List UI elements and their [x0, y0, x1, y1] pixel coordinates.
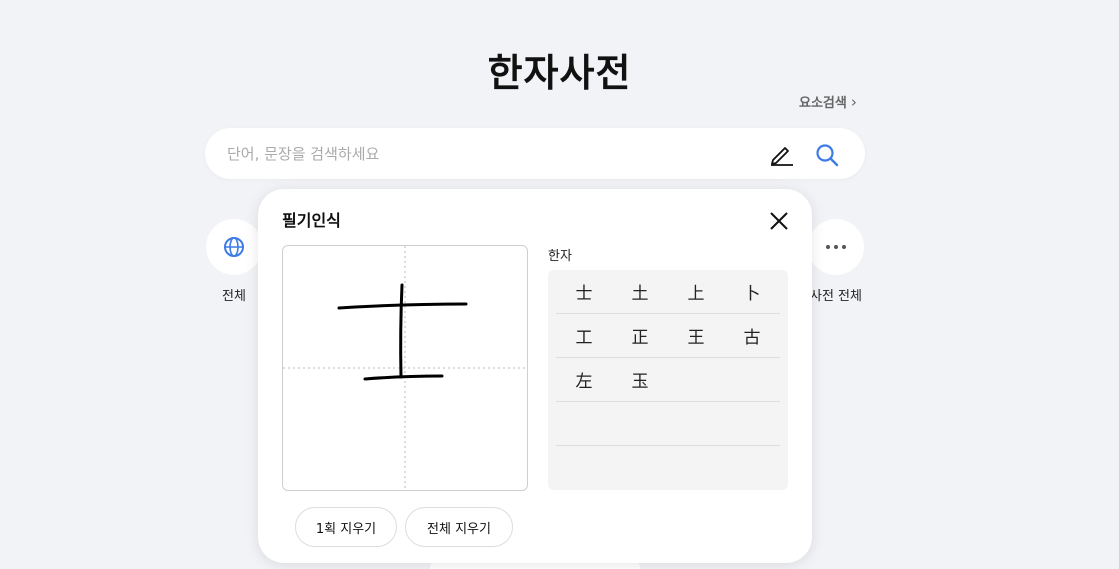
search-icon	[816, 144, 839, 167]
result-char[interactable]: 正	[612, 314, 668, 357]
category-dictionary-all-button[interactable]	[808, 219, 864, 275]
result-char[interactable]: 工	[556, 314, 612, 357]
results-grid: 士 土 上 卜 工 正 王 古 左 玉	[548, 270, 788, 490]
results-row: 左 玉	[556, 358, 780, 402]
result-char	[668, 446, 724, 490]
result-char[interactable]: 王	[668, 314, 724, 357]
result-char	[556, 446, 612, 490]
category-all-label: 전체	[222, 289, 246, 304]
handwriting-popup: 필기인식 한자 士 土 上 卜 工 正 王 古 左 玉 1획 지우기 전체 지우…	[258, 189, 812, 563]
pen-icon	[771, 147, 793, 166]
result-char	[724, 358, 780, 401]
result-char	[724, 402, 780, 445]
search-input[interactable]	[227, 128, 757, 179]
result-char	[612, 402, 668, 445]
results-row	[556, 446, 780, 490]
result-char	[668, 358, 724, 401]
handwriting-canvas[interactable]	[282, 245, 528, 491]
results-row	[556, 402, 780, 446]
undo-stroke-button[interactable]: 1획 지우기	[295, 507, 397, 547]
ink-stroke	[363, 374, 444, 381]
result-char[interactable]: 土	[612, 270, 668, 313]
popup-title: 필기인식	[282, 211, 341, 230]
result-char	[612, 446, 668, 490]
result-char[interactable]: 古	[724, 314, 780, 357]
element-search-link[interactable]: 요소검색 ›	[799, 92, 857, 112]
more-icon	[826, 245, 846, 249]
close-button[interactable]	[767, 209, 791, 233]
close-icon	[770, 212, 788, 230]
clear-all-button[interactable]: 전체 지우기	[405, 507, 513, 547]
canvas-guides	[283, 246, 527, 490]
result-char	[556, 402, 612, 445]
result-char[interactable]: 左	[556, 358, 612, 401]
result-char[interactable]: 玉	[612, 358, 668, 401]
element-search-label: 요소검색	[799, 96, 847, 111]
result-char[interactable]: 士	[556, 270, 612, 313]
category-all-button[interactable]	[206, 219, 262, 275]
ink-stroke	[399, 283, 404, 379]
handwriting-pen-button[interactable]	[767, 141, 795, 167]
results-row: 士 土 上 卜	[556, 270, 780, 314]
results-label: 한자	[548, 249, 572, 264]
category-dictionary-all-label: 사전 전체	[810, 289, 862, 304]
chevron-right-icon: ›	[850, 92, 857, 111]
results-row: 工 正 王 古	[556, 314, 780, 358]
search-button[interactable]	[813, 141, 841, 169]
result-char[interactable]: 上	[668, 270, 724, 313]
search-bar	[205, 128, 865, 179]
page-title: 한자사전	[487, 51, 632, 95]
result-char[interactable]: 卜	[724, 270, 780, 313]
globe-icon	[224, 237, 244, 257]
result-char	[668, 402, 724, 445]
result-char	[724, 446, 780, 490]
